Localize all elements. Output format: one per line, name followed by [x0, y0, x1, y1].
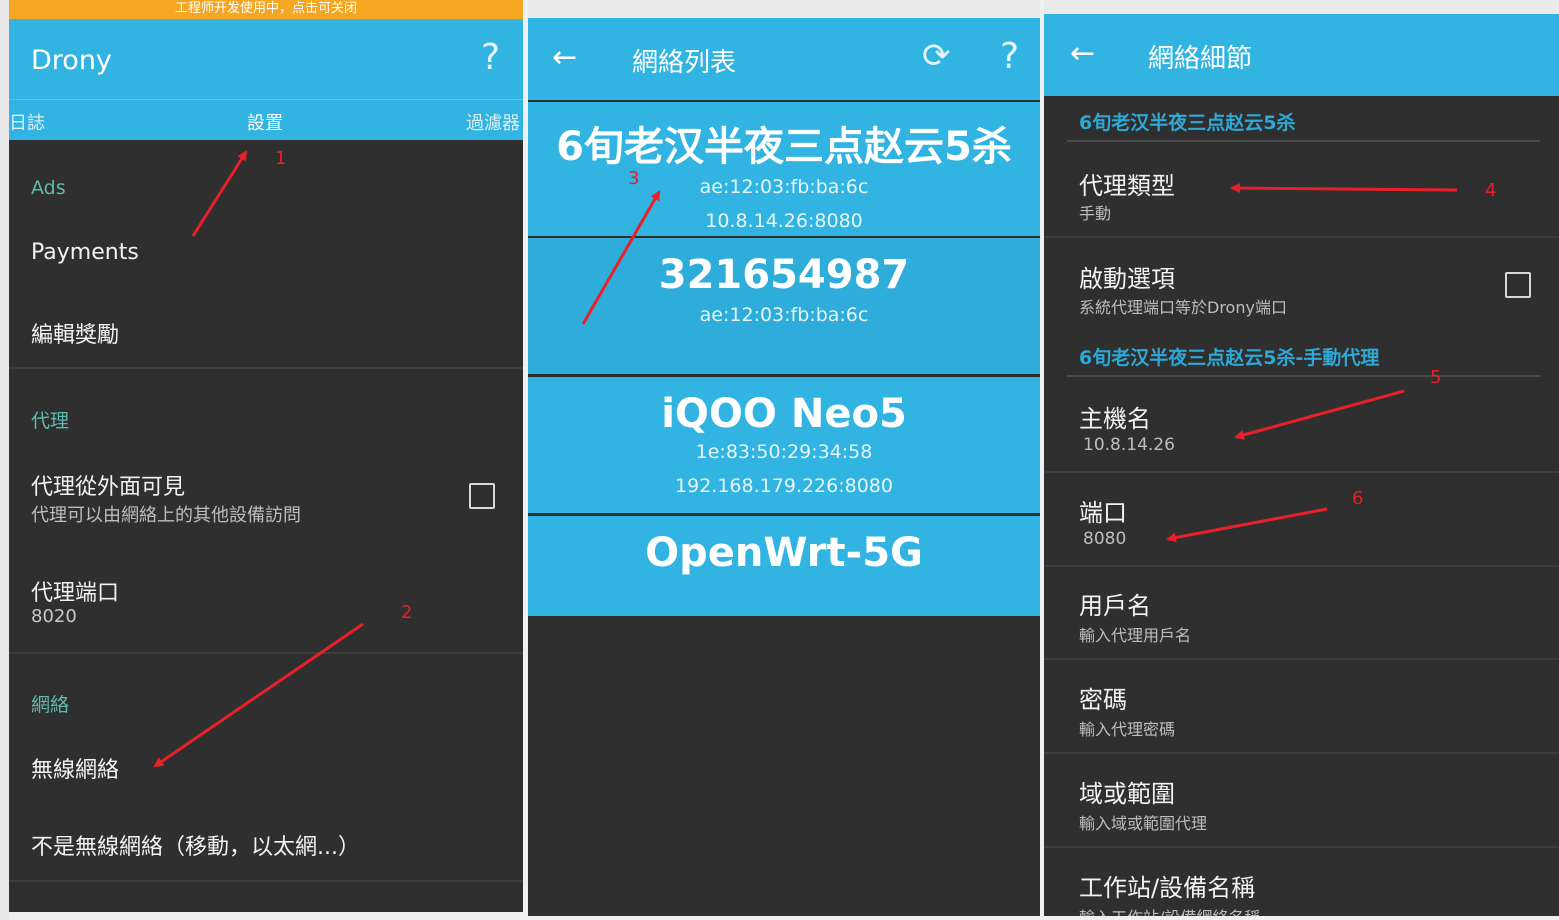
network-item[interactable]: OpenWrt-5G [528, 516, 1040, 616]
network-item[interactable]: 321654987 ae:12:03:fb:ba:6c [528, 238, 1040, 374]
network-mac: ae:12:03:fb:ba:6c [699, 176, 869, 198]
tab-filter[interactable]: 過濾器 [466, 109, 520, 135]
app-title: Drony [31, 45, 112, 76]
tab-settings[interactable]: 設置 [247, 109, 283, 135]
proxy-visible-sub: 代理可以由網絡上的其他設備訪問 [31, 505, 301, 526]
screen-title: 網絡列表 [632, 48, 737, 78]
proxy-visible-title[interactable]: 代理從外面可見 [31, 469, 185, 501]
screen-title: 網絡細節 [1148, 44, 1253, 74]
back-arrow-icon[interactable]: ← [552, 40, 577, 75]
network-name: iQOO Neo5 [661, 391, 907, 437]
help-icon[interactable]: ? [481, 37, 500, 78]
dev-banner-text: 工程师开发使用中，点击可关闭 [174, 1, 357, 16]
username-sub: 輸入代理用戶名 [1079, 626, 1192, 645]
annotation-label: 2 [401, 602, 413, 623]
divider [1067, 375, 1540, 377]
divider [1044, 236, 1559, 238]
divider [1044, 752, 1559, 754]
annotation-label: 6 [1352, 488, 1364, 509]
network-address: 10.8.14.26:8080 [705, 210, 863, 232]
settings-panel: 工程师开发使用中，点击可关闭 Drony ? 日誌 設置 過濾器 Ads Pay… [9, 0, 523, 912]
divider [1044, 658, 1559, 660]
background-window-edge [0, 0, 9, 920]
payments-item[interactable]: Payments [31, 240, 139, 265]
domain-title[interactable]: 域或範圍 [1079, 774, 1175, 809]
workstation-sub: 輸入工作站/設備網絡名稱 [1079, 904, 1260, 916]
tab-bar: 日誌 設置 過濾器 [9, 99, 523, 140]
tab-log[interactable]: 日誌 [9, 109, 45, 135]
divider [1044, 846, 1559, 848]
network-list-panel: ← 網絡列表 ⟳ ? 6旬老汉半夜三点赵云5杀 ae:12:03:fb:ba:6… [528, 18, 1040, 916]
password-title[interactable]: 密碼 [1079, 680, 1127, 715]
annotation-label: 1 [275, 148, 287, 169]
section-network: 網絡 [31, 694, 70, 716]
annotation-label: 5 [1430, 367, 1442, 388]
background-window-top [528, 0, 1040, 18]
proxy-port-value: 8020 [31, 606, 77, 627]
network-address: 192.168.179.226:8080 [675, 475, 893, 497]
network-header: 6旬老汉半夜三点赵云5杀 [1079, 112, 1296, 134]
divider [1044, 471, 1559, 473]
section-proxy: 代理 [31, 410, 70, 432]
divider [9, 880, 523, 882]
proxy-type-title[interactable]: 代理類型 [1079, 166, 1175, 201]
port-value: 8080 [1083, 529, 1127, 549]
startup-sub: 系統代理端口等於Drony端口 [1079, 298, 1287, 317]
proxy-port-title[interactable]: 代理端口 [31, 575, 119, 607]
domain-sub: 輸入域或範圍代理 [1079, 814, 1208, 833]
startup-checkbox[interactable] [1505, 272, 1531, 298]
back-arrow-icon[interactable]: ← [1070, 36, 1095, 71]
startup-title[interactable]: 啟動選項 [1079, 259, 1175, 294]
refresh-icon[interactable]: ⟳ [922, 36, 951, 76]
proxy-header: 6旬老汉半夜三点赵云5杀-手動代理 [1079, 347, 1380, 369]
proxy-visible-checkbox[interactable] [469, 483, 495, 509]
workstation-title[interactable]: 工作站/設備名稱 [1079, 868, 1255, 903]
hostname-value: 10.8.14.26 [1083, 435, 1175, 455]
wifi-item[interactable]: 無線網絡 [31, 752, 119, 784]
network-name: OpenWrt-5G [645, 530, 923, 576]
network-item[interactable]: 6旬老汉半夜三点赵云5杀 ae:12:03:fb:ba:6c 10.8.14.2… [528, 102, 1040, 236]
proxy-type-value: 手動 [1079, 204, 1112, 223]
app-bar: ← 網絡列表 ⟳ ? [528, 18, 1040, 100]
not-wifi-item[interactable]: 不是無線網絡（移動，以太網...） [31, 829, 360, 861]
username-title[interactable]: 用戶名 [1079, 586, 1151, 621]
divider [9, 367, 523, 369]
divider [1044, 565, 1559, 567]
app-bar: ← 網絡細節 [1044, 14, 1559, 96]
password-sub: 輸入代理密碼 [1079, 720, 1176, 739]
background-window-top [1044, 0, 1559, 14]
hostname-title[interactable]: 主機名 [1079, 399, 1151, 434]
network-item[interactable]: iQOO Neo5 1e:83:50:29:34:58 192.168.179.… [528, 377, 1040, 513]
annotation-label: 4 [1485, 180, 1497, 201]
divider [9, 652, 523, 654]
app-bar: Drony ? [9, 19, 523, 99]
help-icon[interactable]: ? [1000, 36, 1019, 77]
network-name: 321654987 [658, 252, 910, 298]
network-detail-panel: ← 網絡細節 6旬老汉半夜三点赵云5杀 代理類型 手動 啟動選項 系統代理端口等… [1044, 14, 1559, 916]
divider [1067, 140, 1540, 142]
dev-banner[interactable]: 工程师开发使用中，点击可关闭 [9, 0, 523, 19]
edit-rewards-item[interactable]: 編輯獎勵 [31, 317, 119, 349]
annotation-label: 3 [628, 168, 640, 189]
network-mac: 1e:83:50:29:34:58 [695, 441, 873, 463]
port-title[interactable]: 端口 [1079, 493, 1127, 528]
section-ads: Ads [31, 177, 66, 199]
network-name: 6旬老汉半夜三点赵云5杀 [556, 124, 1012, 170]
network-mac: ae:12:03:fb:ba:6c [699, 304, 869, 326]
